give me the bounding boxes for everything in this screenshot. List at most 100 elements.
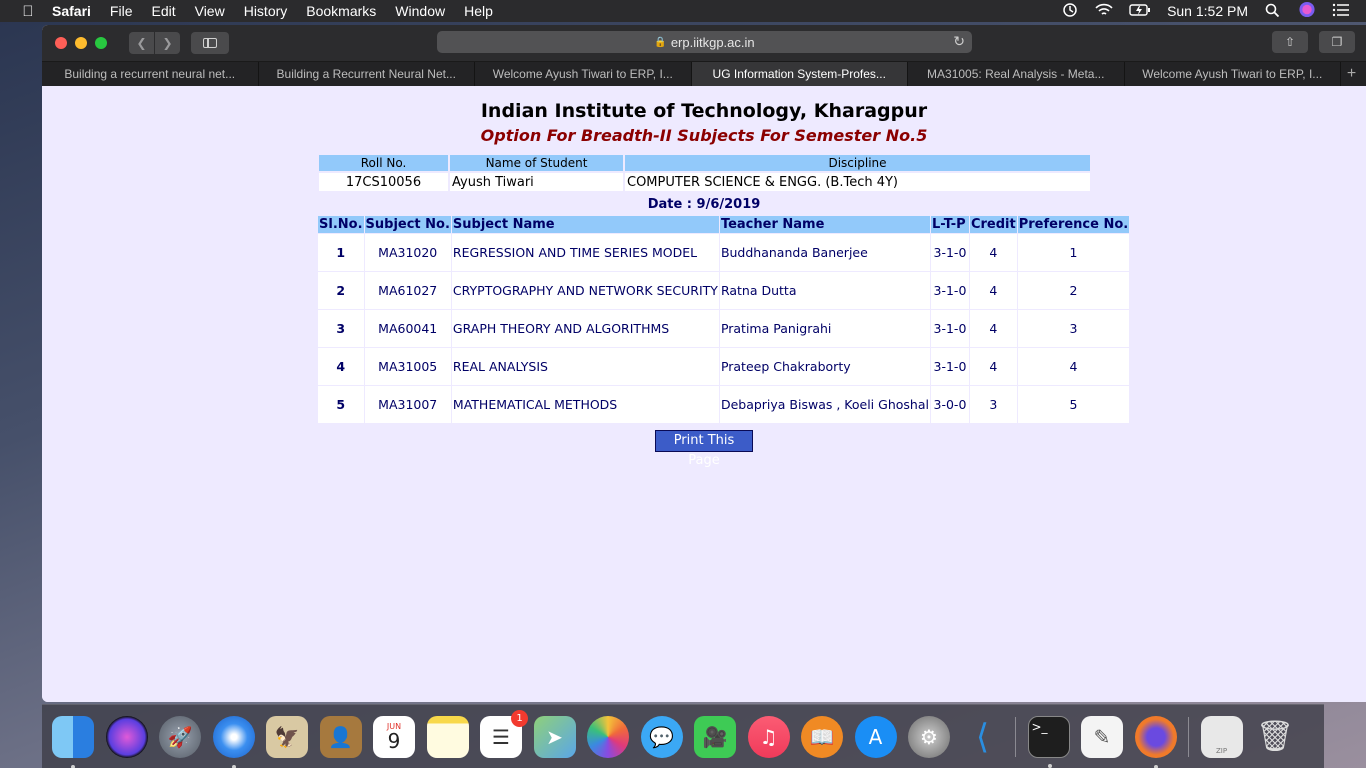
app-store-icon[interactable]: A: [854, 715, 897, 758]
name-header: Name of Student: [450, 155, 623, 171]
student-info-table: Roll No. Name of Student Discipline 17CS…: [317, 153, 1092, 193]
cell-credit: 4: [968, 233, 1018, 272]
address-bar[interactable]: 🔒 erp.iitkgp.ac.in ↻: [437, 31, 972, 53]
time-machine-icon[interactable]: [1061, 2, 1079, 20]
tab-6[interactable]: Welcome Ayush Tiwari to ERP, I...: [1125, 62, 1341, 86]
tab-5[interactable]: MA31005: Real Analysis - Meta...: [908, 62, 1125, 86]
menu-help[interactable]: Help: [464, 3, 493, 19]
mail-stamp-icon[interactable]: 🦅: [266, 715, 308, 758]
cell-credit: 4: [968, 309, 1018, 348]
cell-slno: 4: [317, 347, 365, 386]
menu-window[interactable]: Window: [395, 3, 445, 19]
apple-menu-icon[interactable]: : [18, 3, 38, 20]
running-indicator: [1153, 764, 1158, 768]
cell-teacher: Ratna Dutta: [718, 271, 931, 310]
photos-icon[interactable]: [587, 715, 629, 758]
col-teacher: Teacher Name: [718, 215, 931, 234]
table-row: 5 MA31007 MATHEMATICAL METHODS Debapriya…: [317, 385, 1131, 424]
page-subtitle: Option For Breadth-II Subjects For Semes…: [480, 126, 928, 145]
table-row: 4 MA31005 REAL ANALYSIS Prateep Chakrabo…: [317, 347, 1131, 386]
spotlight-search-icon[interactable]: [1264, 3, 1282, 20]
cell-subject-no: MA31005: [363, 347, 452, 386]
menu-file[interactable]: File: [110, 3, 133, 19]
tab-2[interactable]: Building a Recurrent Neural Net...: [259, 62, 475, 86]
cell-preference: 2: [1016, 271, 1131, 310]
navigation-buttons: ❮ ❯: [129, 32, 180, 54]
chevron-left-icon: ❮: [136, 36, 147, 50]
cell-credit: 3: [968, 385, 1018, 424]
cell-subject-no: MA31020: [363, 233, 452, 272]
cell-subject-no: MA61027: [363, 271, 452, 310]
firefox-icon[interactable]: [1134, 715, 1177, 768]
share-icon: ⇧: [1284, 35, 1296, 49]
cell-teacher: Prateep Chakraborty: [718, 347, 931, 386]
show-all-tabs-button[interactable]: ❐: [1319, 31, 1355, 53]
cell-slno: 3: [317, 309, 365, 348]
tabs-overview-icon: ❐: [1331, 35, 1343, 49]
tab-1[interactable]: Building a recurrent neural net...: [42, 62, 259, 86]
discipline-value: COMPUTER SCIENCE & ENGG. (B.Tech 4Y): [625, 173, 1090, 191]
cell-ltp: 3-1-0: [929, 309, 970, 348]
facetime-icon[interactable]: 🎥: [694, 715, 736, 758]
share-button[interactable]: ⇧: [1272, 31, 1308, 53]
wifi-icon[interactable]: [1095, 3, 1113, 20]
calendar-icon[interactable]: JUN 9: [373, 715, 415, 758]
cell-subject-name: GRAPH THEORY AND ALGORITHMS: [450, 309, 720, 348]
tab-4-active[interactable]: UG Information System-Profes...: [691, 62, 908, 86]
new-tab-button[interactable]: +: [1341, 62, 1362, 86]
notification-center-icon[interactable]: [1332, 3, 1350, 20]
trash-icon[interactable]: 🗑: [1254, 716, 1296, 758]
reload-icon[interactable]: ↻: [953, 33, 965, 50]
menu-history[interactable]: History: [244, 3, 288, 19]
menu-edit[interactable]: Edit: [151, 3, 175, 19]
dock-separator: [1015, 716, 1016, 757]
finder-icon[interactable]: [52, 715, 94, 768]
cell-credit: 4: [968, 271, 1018, 310]
vscode-icon[interactable]: ⟨: [962, 716, 1004, 758]
books-icon[interactable]: 📖: [801, 715, 843, 758]
roll-value: 17CS10056: [319, 173, 448, 191]
siri-app-icon[interactable]: [105, 715, 148, 758]
sidebar-toggle-button[interactable]: [191, 32, 229, 54]
tab-3[interactable]: Welcome Ayush Tiwari to ERP, I...: [475, 62, 692, 86]
minimize-window-button[interactable]: [75, 37, 87, 49]
menu-view[interactable]: View: [195, 3, 225, 19]
terminal-icon[interactable]: >_: [1027, 715, 1070, 768]
chevron-right-icon: ❯: [162, 36, 173, 50]
col-subject-no: Subject No.: [363, 215, 452, 234]
table-row: 3 MA60041 GRAPH THEORY AND ALGORITHMS Pr…: [317, 309, 1131, 348]
dock-separator: [1188, 716, 1189, 757]
notes-icon[interactable]: [426, 715, 469, 758]
siri-icon[interactable]: [1298, 1, 1316, 21]
fullscreen-window-button[interactable]: [95, 37, 107, 49]
launchpad-icon[interactable]: 🚀: [159, 715, 201, 758]
date-label: Date : 9/6/2019: [647, 197, 761, 212]
safari-icon[interactable]: [212, 715, 255, 768]
forward-button[interactable]: ❯: [155, 32, 180, 54]
app-menu-safari[interactable]: Safari: [52, 3, 91, 19]
table-row: 2 MA61027 CRYPTOGRAPHY AND NETWORK SECUR…: [317, 271, 1131, 310]
battery-icon[interactable]: [1129, 3, 1151, 20]
back-button[interactable]: ❮: [129, 32, 154, 54]
print-page-button[interactable]: Print This Page: [655, 430, 753, 468]
cell-teacher: Buddhananda Banerjee: [718, 233, 931, 272]
zip-archive-icon[interactable]: ZIP: [1200, 715, 1243, 758]
system-preferences-icon[interactable]: ⚙: [908, 715, 950, 758]
safari-window: ❮ ❯ 🔒 erp.iitkgp.ac.in ↻ ⇧ ❐ Building a …: [42, 25, 1366, 702]
reminders-icon[interactable]: ☰ 1: [480, 709, 528, 758]
contacts-icon[interactable]: 👤: [319, 715, 362, 758]
itunes-icon[interactable]: ♫: [747, 715, 790, 758]
subjects-table: Sl.No. Subject No. Subject Name Teacher …: [317, 215, 1131, 424]
maps-icon[interactable]: ➤: [533, 715, 576, 758]
roll-header: Roll No.: [319, 155, 448, 171]
dock: 🚀 🦅 👤 JUN 9 ☰ 1 ➤ 💬 🎥 ♫ 📖 A ⚙ ⟨ >_ ✎ ZIP …: [42, 704, 1324, 768]
menu-bookmarks[interactable]: Bookmarks: [306, 3, 376, 19]
col-subject-name: Subject Name: [450, 215, 720, 234]
cell-slno: 5: [317, 385, 365, 424]
cell-preference: 3: [1016, 309, 1131, 348]
textedit-icon[interactable]: ✎: [1081, 715, 1123, 758]
close-window-button[interactable]: [55, 37, 67, 49]
messages-icon[interactable]: 💬: [640, 715, 683, 758]
clock[interactable]: Sun 1:52 PM: [1167, 3, 1248, 19]
cell-slno: 2: [317, 271, 365, 310]
